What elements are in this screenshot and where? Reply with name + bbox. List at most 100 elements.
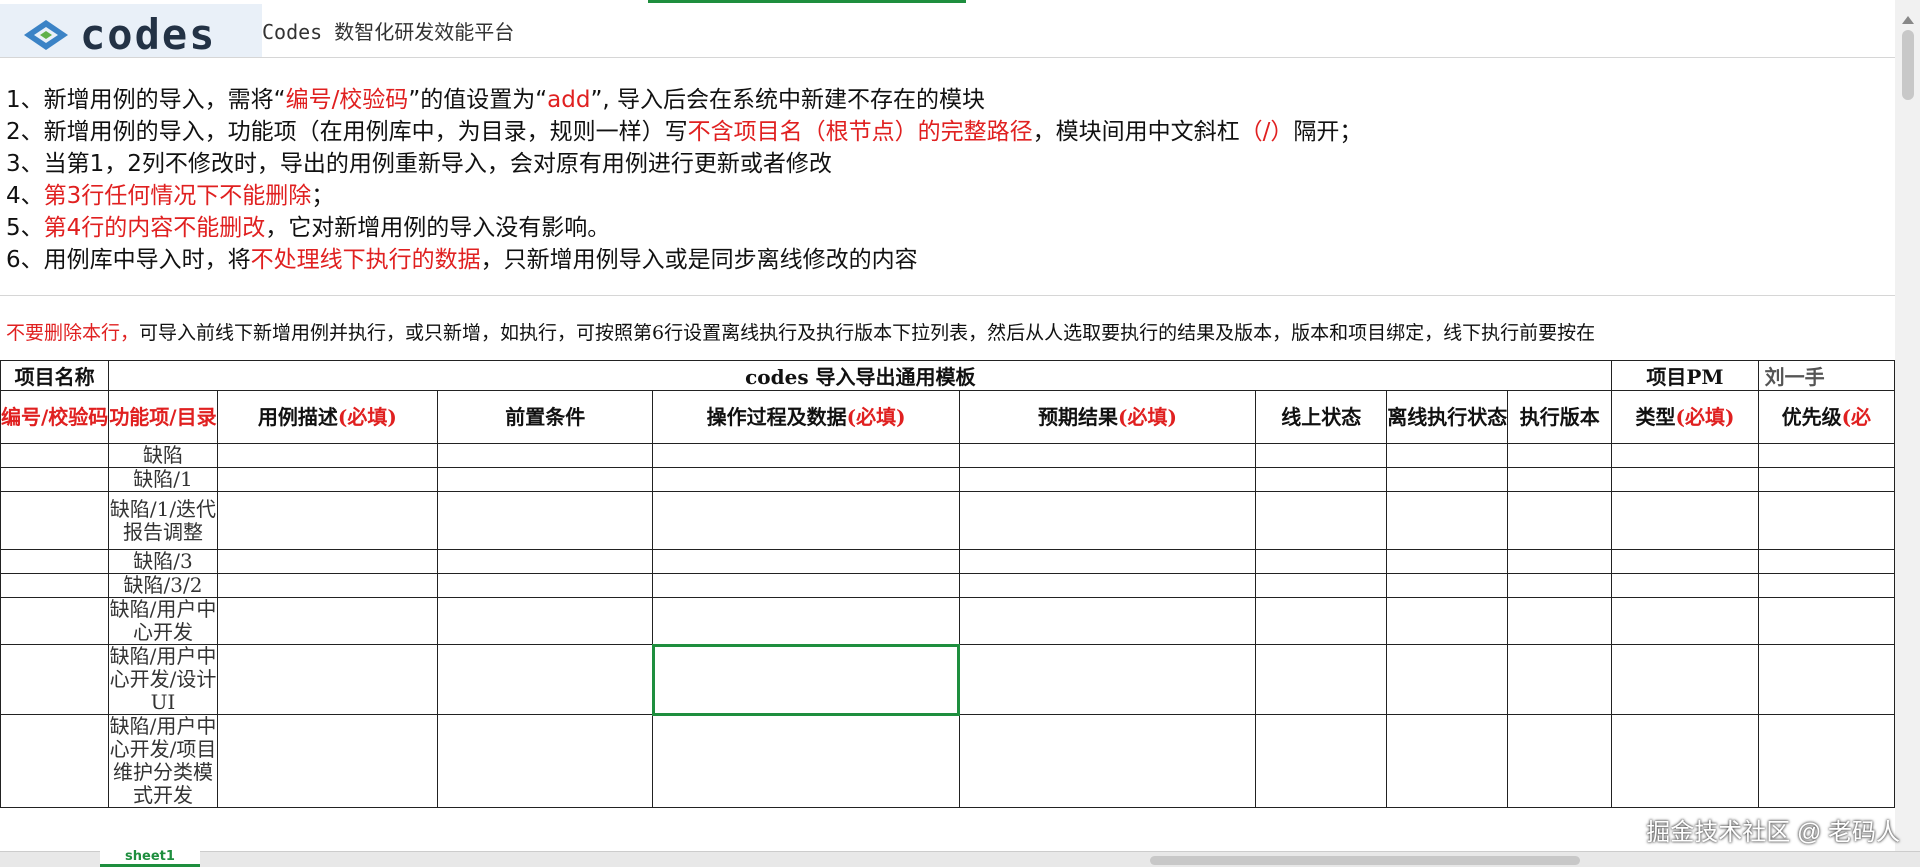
column-header[interactable]: 离线执行状态 [1386, 390, 1509, 444]
table-cell[interactable] [216, 443, 439, 468]
table-cell[interactable] [1507, 549, 1613, 574]
table-cell[interactable] [437, 443, 654, 468]
project-name-label[interactable]: 项目名称 [0, 360, 110, 391]
table-cell[interactable] [1507, 597, 1613, 645]
table-cell[interactable] [1255, 443, 1388, 468]
table-cell[interactable] [651, 643, 961, 716]
table-cell[interactable] [216, 549, 439, 574]
table-cell[interactable] [1507, 443, 1613, 468]
vertical-scroll-thumb[interactable] [1902, 30, 1914, 100]
table-cell[interactable] [958, 443, 1257, 468]
table-cell[interactable] [958, 491, 1257, 550]
table-cell[interactable] [0, 549, 110, 574]
table-cell[interactable] [958, 467, 1257, 492]
scroll-up-icon[interactable] [1902, 16, 1914, 24]
table-cell[interactable] [0, 573, 110, 598]
table-cell[interactable] [437, 573, 654, 598]
table-cell[interactable] [652, 443, 960, 468]
table-cell[interactable] [1386, 443, 1509, 468]
column-header[interactable]: 类型(必填) [1611, 390, 1759, 444]
function-item-cell[interactable]: 缺陷/1/迭代报告调整 [108, 491, 218, 550]
column-header[interactable]: 优先级(必 [1757, 390, 1895, 444]
table-cell[interactable] [1611, 573, 1759, 598]
table-cell[interactable] [437, 467, 654, 492]
column-header[interactable]: 线上状态 [1255, 390, 1388, 444]
table-cell[interactable] [1507, 491, 1613, 550]
table-cell[interactable] [0, 443, 110, 468]
table-cell[interactable] [437, 549, 654, 574]
table-cell[interactable] [1386, 597, 1509, 645]
table-cell[interactable] [216, 644, 439, 715]
table-cell[interactable] [958, 597, 1257, 645]
function-item-cell[interactable]: 缺陷 [108, 443, 218, 468]
notice-row[interactable]: 不要删除本行，可导入前线下新增用例并执行，或只新增，如执行，可按照第6行设置离线… [6, 318, 1595, 345]
table-cell[interactable] [1611, 644, 1759, 715]
table-cell[interactable] [0, 467, 110, 492]
template-title[interactable]: codes 导入导出通用模板 [108, 360, 1613, 391]
table-cell[interactable] [1507, 573, 1613, 598]
table-cell[interactable] [216, 714, 439, 808]
table-cell[interactable] [1386, 644, 1509, 715]
table-cell[interactable] [1611, 443, 1759, 468]
table-cell[interactable] [0, 597, 110, 645]
table-cell[interactable] [958, 644, 1257, 715]
table-cell[interactable] [1255, 714, 1388, 808]
table-cell[interactable] [652, 573, 960, 598]
table-cell[interactable] [1386, 491, 1509, 550]
column-header[interactable]: 预期结果(必填) [958, 390, 1257, 444]
sheet-tab[interactable]: sheet1 [100, 850, 200, 867]
table-cell[interactable] [958, 714, 1257, 808]
table-cell[interactable] [1611, 467, 1759, 492]
function-item-cell[interactable]: 缺陷/1 [108, 467, 218, 492]
function-item-cell[interactable]: 缺陷/用户中心开发 [108, 597, 218, 645]
table-cell[interactable] [652, 549, 960, 574]
table-cell[interactable] [1386, 573, 1509, 598]
column-header[interactable]: 前置条件 [437, 390, 654, 444]
table-cell[interactable] [216, 597, 439, 645]
table-cell[interactable] [1255, 597, 1388, 645]
table-cell[interactable] [652, 597, 960, 645]
function-item-cell[interactable]: 缺陷/3 [108, 549, 218, 574]
table-cell[interactable] [1507, 644, 1613, 715]
table-cell[interactable] [437, 714, 654, 808]
function-item-cell[interactable]: 缺陷/用户中心开发/设计UI [108, 644, 218, 715]
table-cell[interactable] [437, 644, 654, 715]
function-item-cell[interactable]: 缺陷/3/2 [108, 573, 218, 598]
table-cell[interactable] [1757, 467, 1895, 492]
table-cell[interactable] [652, 467, 960, 492]
table-cell[interactable] [1386, 467, 1509, 492]
table-cell[interactable] [216, 573, 439, 598]
table-cell[interactable] [1757, 714, 1895, 808]
table-cell[interactable] [1255, 491, 1388, 550]
column-header[interactable]: 操作过程及数据(必填) [652, 390, 960, 444]
table-cell[interactable] [1757, 491, 1895, 550]
table-cell[interactable] [1611, 491, 1759, 550]
column-header[interactable]: 编号/校验码 [0, 390, 110, 444]
table-cell[interactable] [1611, 549, 1759, 574]
column-header[interactable]: 功能项/目录 [108, 390, 218, 444]
table-cell[interactable] [1611, 597, 1759, 645]
table-cell[interactable] [437, 597, 654, 645]
table-cell[interactable] [1255, 467, 1388, 492]
table-cell[interactable] [1757, 443, 1895, 468]
column-header[interactable]: 用例描述(必填) [216, 390, 439, 444]
table-cell[interactable] [1757, 549, 1895, 574]
table-cell[interactable] [0, 714, 110, 808]
table-cell[interactable] [652, 491, 960, 550]
column-header[interactable]: 执行版本 [1507, 390, 1613, 444]
function-item-cell[interactable]: 缺陷/用户中心开发/项目维护分类模式开发 [108, 714, 218, 808]
vertical-scrollbar[interactable] [1895, 0, 1920, 852]
table-cell[interactable] [216, 467, 439, 492]
table-cell[interactable] [1757, 597, 1895, 645]
pm-value[interactable]: 刘一手 [1757, 360, 1895, 391]
table-cell[interactable] [958, 549, 1257, 574]
table-cell[interactable] [958, 573, 1257, 598]
pm-label[interactable]: 项目PM [1611, 360, 1759, 391]
table-cell[interactable] [0, 491, 110, 550]
table-cell[interactable] [1386, 549, 1509, 574]
table-cell[interactable] [1255, 644, 1388, 715]
horizontal-scroll-thumb[interactable] [1150, 856, 1580, 865]
table-cell[interactable] [1255, 573, 1388, 598]
table-cell[interactable] [437, 491, 654, 550]
table-cell[interactable] [1386, 714, 1509, 808]
